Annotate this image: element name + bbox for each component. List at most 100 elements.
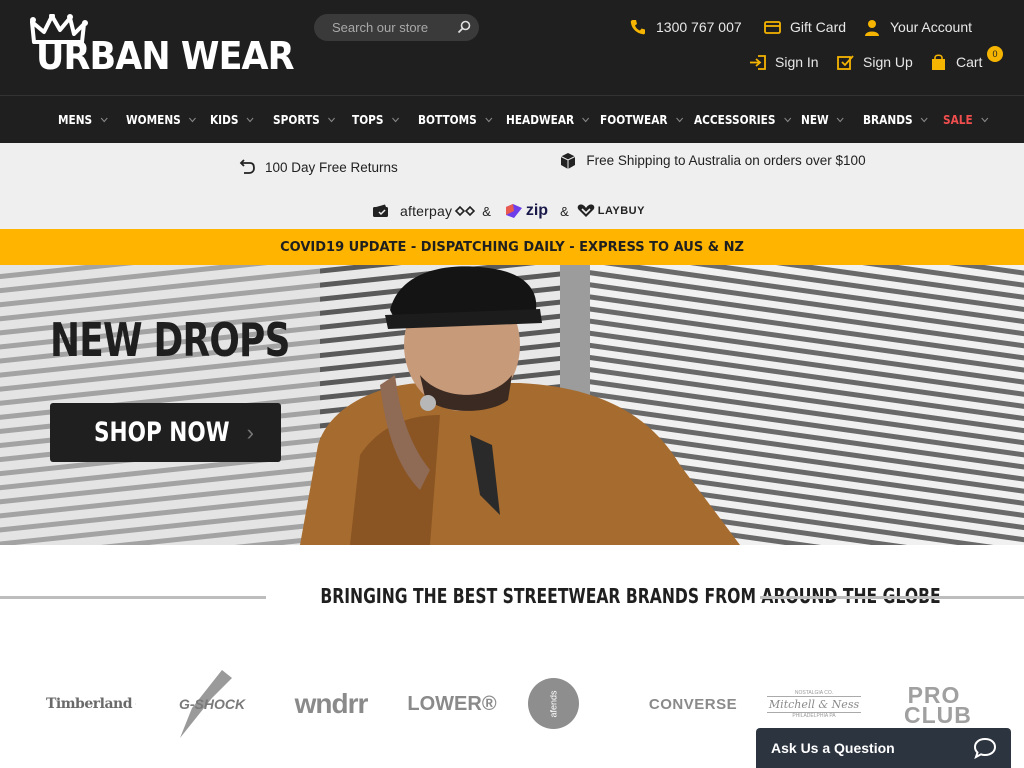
brands-heading-text: BRINGING THE BEST STREETWEAR BRANDS FROM… (320, 584, 941, 608)
nav-label: TOPS (352, 113, 384, 127)
brand-logo-converse[interactable]: CONVERSE (646, 694, 740, 714)
afterpay-logo: afterpay (400, 203, 453, 219)
brand-logo-afends[interactable]: afends (528, 678, 579, 729)
nav-item-sports[interactable]: SPORTS (273, 96, 336, 144)
brand-name: afends (548, 689, 559, 718)
brand-logo-gshock[interactable]: G-SHOCK (172, 668, 252, 740)
sign-up-label: Sign Up (863, 54, 913, 70)
chevron-down-icon (837, 117, 845, 123)
returns-text: 100 Day Free Returns (265, 159, 398, 175)
chevron-down-icon (189, 117, 197, 123)
nav-item-footwear[interactable]: FOOTWEAR (600, 96, 683, 144)
sign-up-icon (836, 53, 854, 71)
nav-label: BOTTOMS (418, 113, 477, 127)
nav-item-headwear[interactable]: HEADWEAR (506, 96, 590, 144)
shipping-text: Free Shipping to Australia on orders ove… (586, 153, 866, 168)
amp-1: & (482, 203, 491, 219)
wallet-icon (373, 204, 388, 217)
gift-card-icon (763, 18, 781, 36)
chevron-down-icon (783, 117, 791, 123)
logo-text: URBAN WEAR (36, 34, 295, 78)
phone-number: 1300 767 007 (656, 19, 742, 35)
brand-subtext: PHILADELPHIA PA (792, 712, 836, 719)
nav-item-womens[interactable]: WOMENS (126, 96, 197, 144)
cart-link[interactable]: Cart (929, 52, 982, 72)
nav-label: MENS (58, 113, 93, 127)
brand-name: G-SHOCK (178, 696, 246, 712)
nav-item-sale[interactable]: SALE (943, 96, 989, 144)
brand-logo-proclub[interactable]: PRO CLUB (888, 682, 980, 728)
search-input[interactable] (332, 19, 457, 36)
brand-name: wndrr (294, 688, 369, 719)
nav-label: WOMENS (126, 113, 181, 127)
shop-now-button[interactable]: SHOP NOW › (50, 403, 281, 462)
chevron-down-icon (920, 117, 928, 123)
sign-in-link[interactable]: Sign In (748, 52, 819, 72)
laybuy-heart-icon (577, 204, 595, 217)
amp-2: & (560, 203, 569, 219)
laybuy-logo: LAYBUY (597, 205, 645, 217)
chat-label: Ask Us a Question (771, 740, 895, 756)
brand-logo-timberland[interactable]: Timberland (46, 692, 136, 716)
nav-item-kids[interactable]: KIDS (210, 96, 254, 144)
sign-in-icon (748, 53, 766, 71)
chevron-down-icon (328, 117, 336, 123)
brand-name: PRO CLUB (904, 682, 972, 728)
account-link[interactable]: Your Account (863, 17, 972, 37)
gift-card-label: Gift Card (790, 19, 847, 35)
chevron-right-icon: › (246, 419, 254, 445)
brands-heading: BRINGING THE BEST STREETWEAR BRANDS FROM… (0, 580, 1024, 614)
nav-label: SPORTS (273, 113, 320, 127)
return-arrow-icon (239, 159, 255, 174)
brand-logo-mitchell-ness[interactable]: NOSTALGIA CO. Mitchell & Ness PHILADELPH… (766, 688, 862, 720)
brand-logo-wndrr[interactable]: wndrr (288, 688, 374, 720)
user-icon (863, 18, 881, 36)
nav-item-mens[interactable]: MENS (58, 96, 108, 144)
nav-label: SALE (943, 113, 973, 127)
urban-wear-logo[interactable]: URBAN WEAR (30, 14, 295, 78)
shipping-usp: Free Shipping to Australia on orders ove… (559, 152, 866, 170)
covid-text: COVID19 UPDATE - DISPATCHING DAILY - EXP… (280, 239, 744, 255)
chevron-down-icon (981, 117, 989, 123)
heading-rule-right (760, 596, 1024, 599)
sign-in-label: Sign In (775, 54, 819, 70)
cart-label: Cart (956, 54, 983, 70)
brand-name: Timberland (46, 696, 132, 712)
nav-label: KIDS (210, 113, 239, 127)
nav-label: NEW (801, 113, 829, 127)
phone-icon (629, 18, 647, 36)
brand-name: LOWER® (407, 692, 497, 715)
search-icon[interactable] (457, 20, 471, 34)
brand-name: CONVERSE (648, 695, 738, 713)
top-header: URBAN WEAR 1300 767 007 Gift Card Your A… (0, 0, 1024, 95)
ask-question-chat-widget[interactable]: Ask Us a Question (756, 728, 1011, 768)
heading-rule-left (0, 596, 266, 599)
nav-item-tops[interactable]: TOPS (352, 96, 399, 144)
brand-logo-lower[interactable]: LOWER® (405, 692, 499, 716)
search-box (314, 14, 479, 41)
hero-title: NEW DROPS (50, 313, 290, 367)
covid-banner[interactable]: COVID19 UPDATE - DISPATCHING DAILY - EXP… (0, 229, 1024, 265)
hero-banner[interactable]: NEW DROPS SHOP NOW › (0, 265, 1024, 545)
nav-item-brands[interactable]: BRANDS (863, 96, 928, 144)
chevron-down-icon (100, 117, 108, 123)
nav-label: BRANDS (863, 113, 913, 127)
sign-up-link[interactable]: Sign Up (836, 52, 913, 72)
chat-bubble-icon (973, 737, 997, 759)
gift-card-link[interactable]: Gift Card (763, 17, 846, 37)
nav-item-bottoms[interactable]: BOTTOMS (418, 96, 493, 144)
main-nav: MENS WOMENS KIDS SPORTS TOPS BOTTOMS HEA… (0, 95, 1024, 143)
nav-label: ACCESSORIES (694, 113, 776, 127)
chevron-down-icon (485, 117, 493, 123)
nav-item-new[interactable]: NEW (801, 96, 845, 144)
cart-count-badge: 0 (987, 46, 1003, 62)
nav-label: HEADWEAR (506, 113, 575, 127)
nav-item-accessories[interactable]: ACCESSORIES (694, 96, 791, 144)
brand-name: Mitchell & Ness (766, 695, 862, 713)
account-label: Your Account (890, 19, 972, 35)
package-icon (560, 153, 576, 169)
payment-options: afterpay & zip & LAYBUY (372, 200, 645, 222)
chevron-down-icon (246, 117, 254, 123)
afterpay-arrows-icon (455, 205, 476, 217)
phone-link[interactable]: 1300 767 007 (629, 17, 742, 37)
